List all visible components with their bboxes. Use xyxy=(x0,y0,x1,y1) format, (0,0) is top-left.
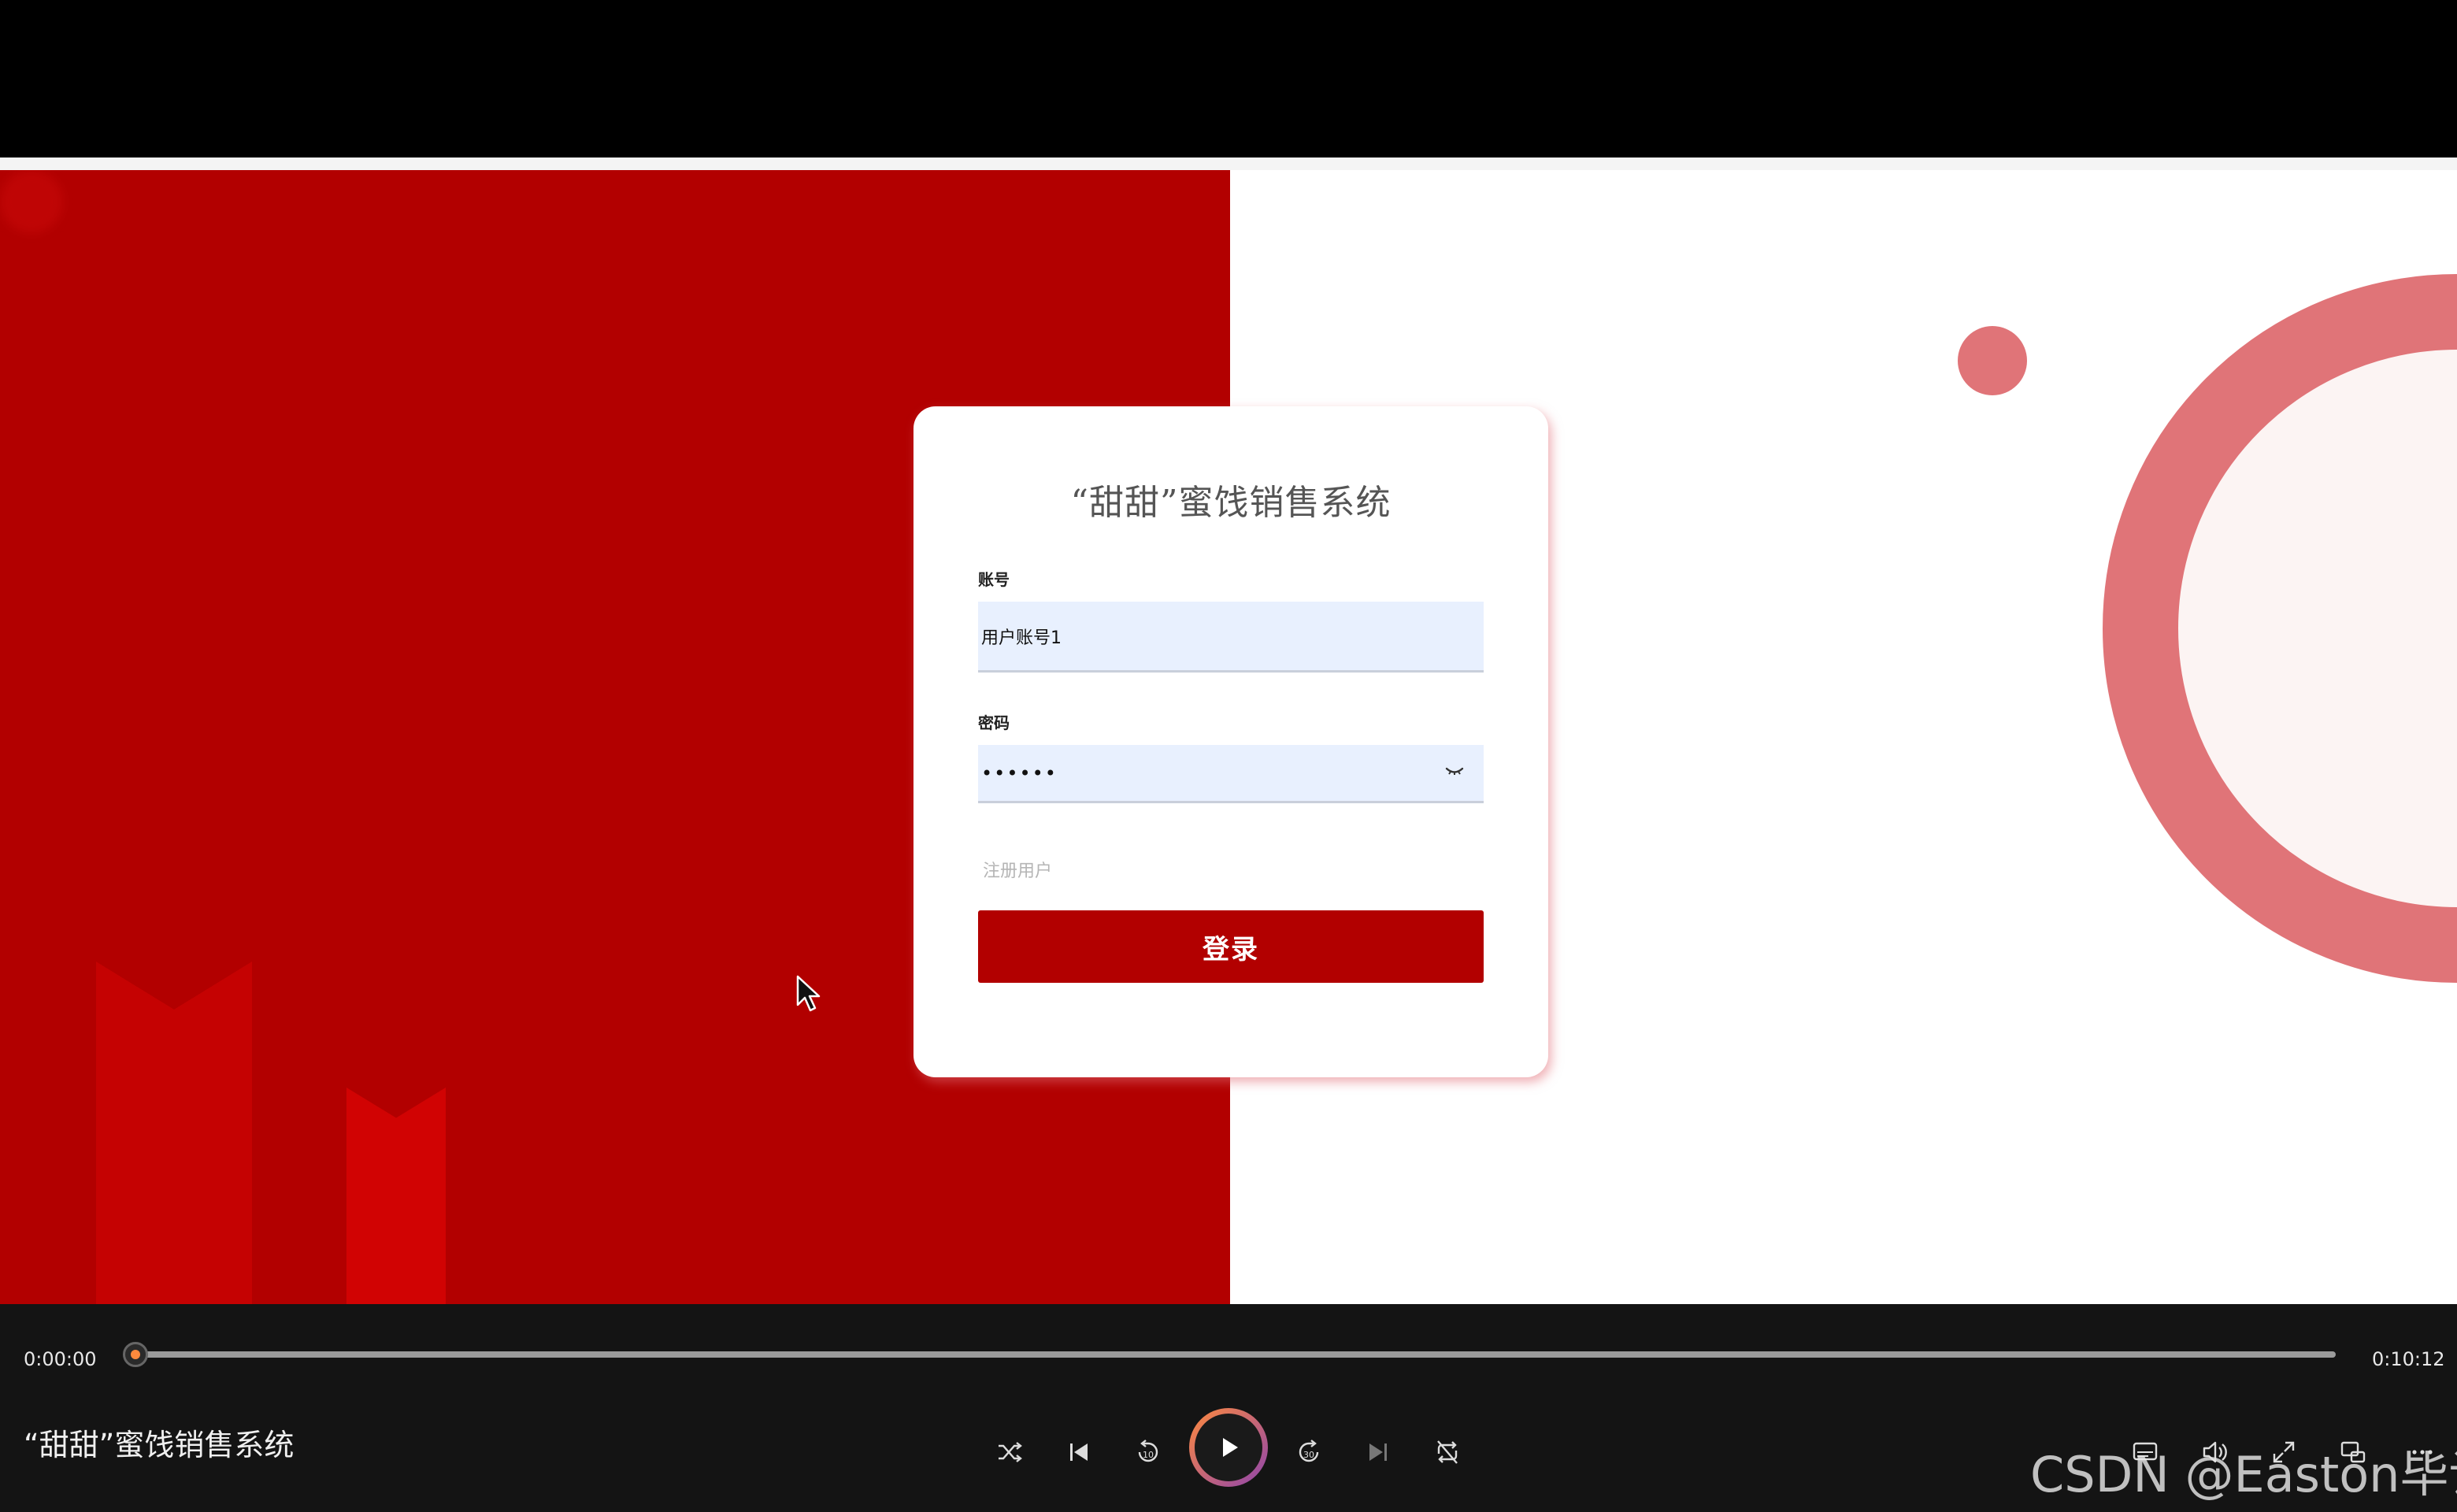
media-player-window: “甜甜”蜜饯销售系统 账号 密码 注册用户 登录 0:00:00 xyxy=(0,0,2457,1512)
video-frame[interactable]: “甜甜”蜜饯销售系统 账号 密码 注册用户 登录 xyxy=(0,0,2457,1304)
seek-handle[interactable] xyxy=(123,1342,148,1367)
next-icon xyxy=(1369,1443,1387,1461)
next-button[interactable] xyxy=(1361,1435,1395,1469)
shuffle-button[interactable] xyxy=(992,1435,1027,1469)
account-label: 账号 xyxy=(978,570,1010,589)
account-input[interactable] xyxy=(978,602,1484,673)
forward-30-icon: 30 xyxy=(1299,1440,1319,1462)
play-button-face xyxy=(1195,1414,1262,1481)
eye-icon[interactable] xyxy=(1444,762,1465,780)
page-title: “甜甜”蜜饯销售系统 xyxy=(1070,483,1392,523)
shuffle-icon xyxy=(999,1442,1022,1462)
current-time: 0:00:00 xyxy=(24,1348,97,1370)
decorative-ring xyxy=(2103,274,2457,983)
password-label: 密码 xyxy=(978,713,1010,732)
login-page: “甜甜”蜜饯销售系统 账号 密码 注册用户 登录 xyxy=(0,170,2457,1304)
decorative-ribbon xyxy=(96,962,252,1304)
password-input[interactable] xyxy=(978,745,1484,803)
register-link[interactable]: 注册用户 xyxy=(983,857,1052,882)
watermark: CSDN @Easton毕设 xyxy=(2030,1446,2457,1503)
repeat-off-icon xyxy=(1437,1440,1458,1464)
previous-button[interactable] xyxy=(1062,1435,1096,1469)
forward-button[interactable]: 30 xyxy=(1292,1435,1326,1469)
play-icon xyxy=(1223,1438,1238,1457)
browser-strip xyxy=(0,158,2457,170)
login-card: “甜甜”蜜饯销售系统 账号 密码 注册用户 登录 xyxy=(914,406,1548,1077)
repeat-button[interactable] xyxy=(1430,1435,1465,1469)
rewind-seconds: 10 xyxy=(1143,1450,1154,1460)
decorative-dot xyxy=(1958,326,2027,395)
total-time: 0:10:12 xyxy=(2372,1348,2445,1370)
rewind-10-icon: 10 xyxy=(1138,1440,1158,1462)
forward-seconds: 30 xyxy=(1303,1450,1314,1460)
login-button[interactable]: 登录 xyxy=(978,910,1484,983)
decorative-ribbon xyxy=(346,1088,446,1304)
play-button[interactable] xyxy=(1189,1408,1268,1487)
media-title: “甜甜”蜜饯销售系统 xyxy=(24,1428,295,1462)
decorative-dot xyxy=(0,170,63,233)
cursor-icon xyxy=(796,975,821,1012)
previous-icon xyxy=(1070,1443,1088,1461)
rewind-button[interactable]: 10 xyxy=(1131,1435,1166,1469)
seek-bar[interactable] xyxy=(126,1351,2336,1358)
